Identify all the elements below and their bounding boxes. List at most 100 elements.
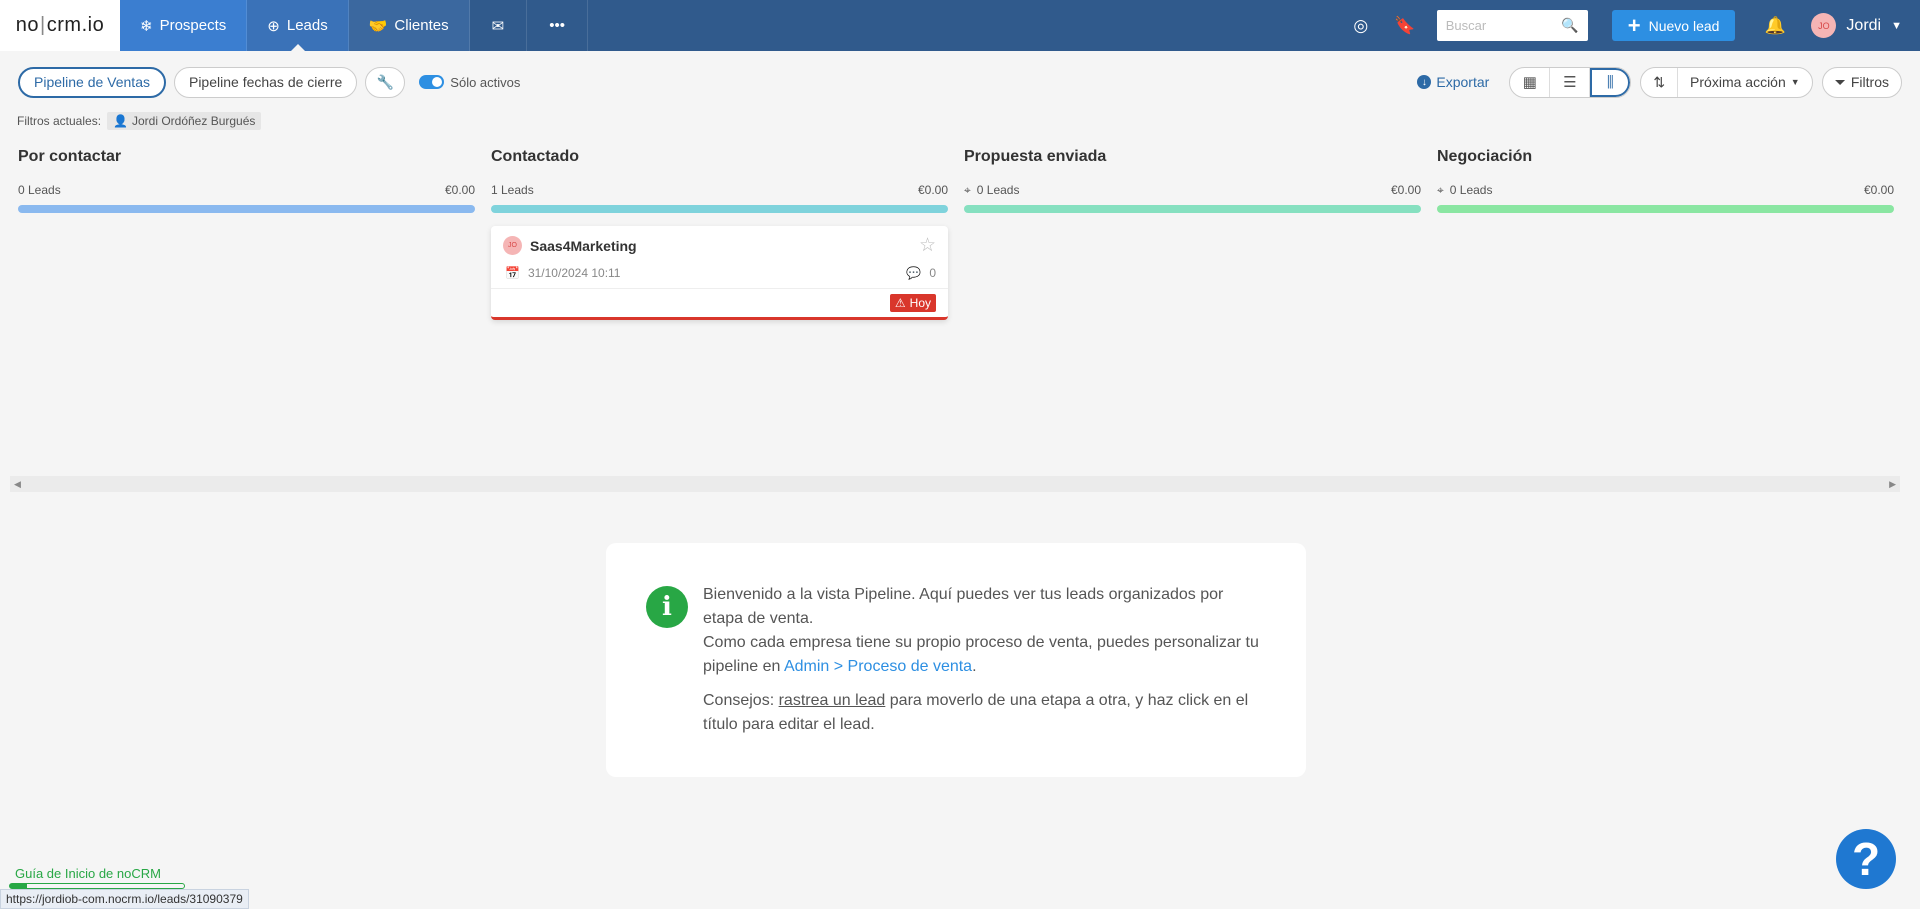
column-meta: 0 Leads €0.00	[18, 183, 475, 197]
due-badge-label: Hoy	[909, 296, 931, 310]
target-icon: ⌖	[1437, 182, 1444, 197]
info-text-c: .	[972, 658, 977, 675]
column-amount: €0.00	[1390, 183, 1421, 197]
onboarding-guide-link[interactable]: Guía de Inicio de noCRM	[15, 866, 161, 881]
leads-count: 0 Leads	[18, 183, 61, 197]
list-view-icon[interactable]: ☰	[1550, 67, 1591, 97]
calendar-icon: 📅	[505, 266, 520, 280]
lead-card-head: JO Saas4Marketing	[503, 236, 637, 255]
column-title: Por contactar	[18, 148, 122, 165]
sort-field-dropdown[interactable]: Próxima acción ▼	[1678, 68, 1812, 97]
envelope-icon: ✉	[491, 17, 505, 35]
warning-icon: ⚠	[894, 296, 906, 310]
bookmark-icon[interactable]: 🔖	[1383, 16, 1427, 36]
avatar: JO	[503, 236, 522, 255]
column-title: Propuesta enviada	[964, 148, 1107, 165]
column-meta: ⌖ 0 Leads €0.00	[964, 182, 1421, 198]
scroll-left-icon[interactable]: ◀	[14, 479, 21, 490]
column-leads-count: 1 Leads	[491, 183, 534, 197]
wrench-icon[interactable]: 🔧	[365, 66, 406, 98]
target-icon[interactable]: ◎	[1339, 16, 1383, 36]
filters-button[interactable]: ⏷ Filtros	[1821, 66, 1902, 98]
help-button[interactable]: ?	[1836, 829, 1896, 889]
tab-pipeline-cierre[interactable]: Pipeline fechas de cierre	[173, 66, 358, 98]
column-meta: 1 Leads €0.00	[491, 183, 948, 197]
search-input[interactable]	[1445, 18, 1556, 33]
pipeline-columns: Por contactar 0 Leads €0.00 Contactado 1…	[18, 148, 1896, 468]
bell-icon[interactable]: 🔔	[1753, 16, 1797, 36]
search-icon[interactable]: 🔍	[1561, 17, 1578, 34]
download-icon: ↓	[1417, 75, 1432, 89]
nav-mail[interactable]: ✉	[469, 0, 528, 51]
filter-chip[interactable]: 👤 Jordi Ordóñez Burgués	[107, 112, 262, 130]
solo-activos-toggle[interactable]: Sólo activos	[419, 75, 520, 90]
tips-label: Consejos:	[703, 692, 779, 709]
new-lead-button[interactable]: + Nuevo lead	[1611, 10, 1736, 41]
export-label: Exportar	[1436, 74, 1490, 90]
column-negociacion: Negociación ⌖ 0 Leads €0.00	[1437, 148, 1894, 213]
nav-leads[interactable]: ⊕ Leads	[247, 0, 349, 51]
star-icon[interactable]: ☆	[919, 234, 936, 257]
column-por-contactar: Por contactar 0 Leads €0.00	[18, 148, 475, 213]
scroll-right-icon[interactable]: ▶	[1889, 479, 1896, 490]
table-view-icon[interactable]: ▦	[1510, 67, 1551, 97]
avatar: JO	[1811, 13, 1837, 38]
help-label: ?	[1851, 833, 1881, 885]
new-lead-label: Nuevo lead	[1648, 17, 1720, 34]
column-contactado: Contactado 1 Leads €0.00 JO Saas4Marketi…	[491, 148, 948, 320]
leads-count: 1 Leads	[491, 183, 534, 197]
nav-right: ◎ 🔖 🔍 + Nuevo lead 🔔 JO Jordi ▼	[1339, 0, 1920, 51]
column-bar	[18, 205, 475, 213]
target-icon: ⌖	[964, 182, 971, 197]
sort-field-label: Próxima acción	[1690, 74, 1786, 90]
handshake-icon: 🤝	[368, 17, 388, 35]
nav-prospects[interactable]: ❄ Prospects	[120, 0, 248, 51]
pipeline-view-icon[interactable]: ⫼	[1590, 67, 1631, 97]
logo-part-no: no	[15, 14, 40, 36]
pipeline-toolbar: Pipeline de Ventas Pipeline fechas de ci…	[18, 66, 1902, 98]
lead-date: 📅 31/10/2024 10:11	[505, 266, 620, 280]
nav-clientes-label: Clientes	[394, 17, 449, 34]
nav-clientes[interactable]: 🤝 Clientes	[348, 0, 470, 51]
column-amount: €0.00	[1863, 183, 1894, 197]
comment-icon: 💬	[906, 266, 922, 280]
search-box: 🔍	[1436, 10, 1588, 41]
more-icon: •••	[549, 17, 565, 34]
plus-icon: +	[1627, 12, 1641, 38]
lead-title[interactable]: Saas4Marketing	[530, 238, 637, 254]
horizontal-scrollbar[interactable]: ◀ ▶	[10, 476, 1900, 492]
card-divider	[491, 288, 948, 289]
toggle-switch[interactable]	[419, 75, 445, 89]
user-icon: 👤	[113, 114, 128, 128]
user-menu[interactable]: JO Jordi ▼	[1811, 13, 1902, 38]
lead-date-text: 31/10/2024 10:11	[527, 266, 621, 280]
nav-prospects-label: Prospects	[159, 17, 227, 34]
leads-count: 0 Leads	[1449, 183, 1493, 197]
column-bar	[964, 205, 1421, 213]
column-leads-count: 0 Leads	[18, 183, 61, 197]
due-badge: ⚠ Hoy	[889, 294, 936, 312]
logo-part-crm: crm	[46, 14, 82, 36]
sales-process-link[interactable]: Admin > Proceso de venta	[784, 658, 972, 675]
snowflake-icon: ❄	[140, 17, 153, 35]
column-title: Contactado	[491, 148, 579, 165]
lead-card[interactable]: JO Saas4Marketing ☆ 📅 31/10/2024 10:11 💬…	[491, 226, 948, 320]
export-button[interactable]: ↓ Exportar	[1417, 74, 1489, 90]
caret-down-icon: ▼	[1790, 77, 1800, 87]
top-navbar: no | crm .io ❄ Prospects ⊕ Leads 🤝 Clientes…	[0, 0, 1920, 51]
lead-comments[interactable]: 💬 0	[906, 266, 936, 280]
info-paragraph-1: Bienvenido a la vista Pipeline. Aquí pue…	[703, 583, 1266, 679]
pipeline-info-box: i Bienvenido a la vista Pipeline. Aquí p…	[606, 543, 1306, 777]
filter-chip-label: Jordi Ordóñez Burgués	[131, 114, 256, 128]
toolbar-right: ↓ Exportar ▦ ☰ ⫼ ⇅ Próxima acción ▼ ⏷ Fi…	[1417, 66, 1902, 98]
comment-count: 0	[929, 266, 936, 280]
column-leads-count: ⌖ 0 Leads	[1437, 183, 1492, 198]
tab-pipeline-ventas[interactable]: Pipeline de Ventas	[18, 66, 166, 98]
track-lead-link[interactable]: rastrea un lead	[779, 692, 886, 709]
leads-count: 0 Leads	[976, 183, 1020, 197]
sort-order-icon[interactable]: ⇅	[1641, 67, 1679, 97]
nocrm-logo[interactable]: no | crm .io	[0, 0, 120, 51]
column-title: Negociación	[1437, 148, 1533, 165]
info-text-a: Bienvenido a la vista Pipeline. Aquí pue…	[703, 586, 1224, 627]
nav-more[interactable]: •••	[527, 0, 588, 51]
